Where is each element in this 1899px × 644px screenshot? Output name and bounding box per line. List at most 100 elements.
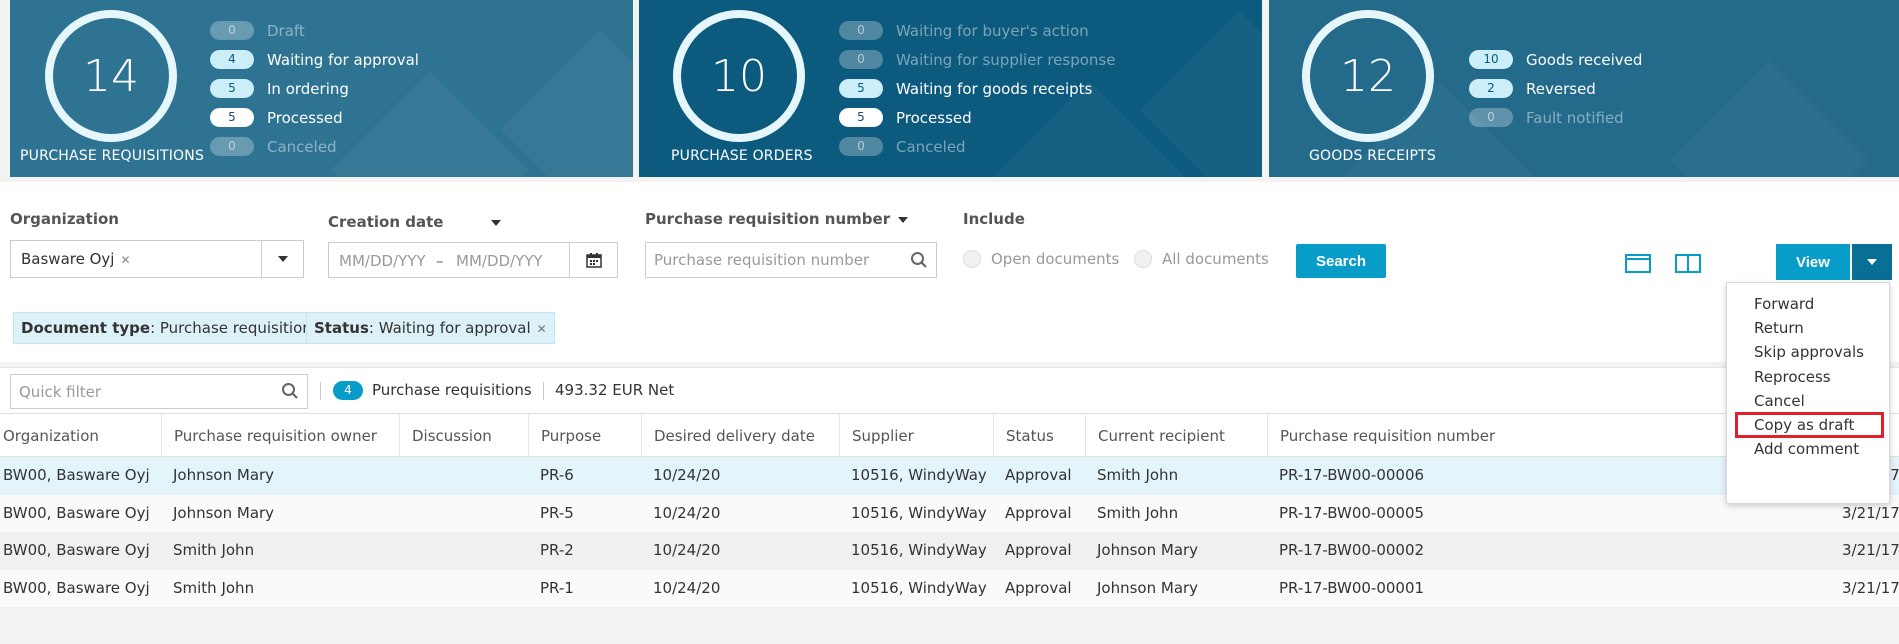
menu-item-forward[interactable]: Forward [1727,291,1889,317]
tile-purchase-requisitions[interactable]: 14 PURCHASE REQUISITIONS 0 Draft 4 Waiting … [10,0,633,177]
tag-value: Waiting for approval [378,319,531,337]
stat-count-badge: 0 [1469,108,1513,127]
cell-purchase-requisition-owner: Johnson Mary [173,466,275,484]
date-separator: – [436,252,444,270]
stat-canceled[interactable]: 0 Canceled [210,132,419,161]
tile-purchase-orders[interactable]: 10 PURCHASE ORDERS 0 Waiting for buyer's … [639,0,1262,177]
menu-item-add-comment[interactable]: Add comment [1727,436,1889,462]
radio-open-documents[interactable] [963,250,981,268]
column-header-discussion[interactable]: Discussion [399,414,528,458]
stat-in-ordering[interactable]: 5 In ordering [210,74,419,103]
date-to-input[interactable]: MM/DD/YYY [456,252,543,270]
cell-purchase-requisition-number: PR-17-BW00-00002 [1279,541,1425,559]
stat-count-badge: 0 [839,21,883,40]
stat-waiting-for-buyer-s-action[interactable]: 0 Waiting for buyer's action [839,16,1115,45]
cell-desired-delivery-date: 10/24/20 [653,541,721,559]
stat-count-badge: 0 [839,137,883,156]
stat-canceled[interactable]: 0 Canceled [839,132,1115,161]
tile-count: 12 [1340,50,1396,102]
calendar-button[interactable] [569,243,617,277]
stat-label: In ordering [267,79,349,98]
stat-count-badge: 0 [210,21,254,40]
all-documents-option[interactable]: All documents [1134,250,1269,268]
column-header-purchase-requisition-owner[interactable]: Purchase requisition owner [161,414,399,458]
open-documents-option[interactable]: Open documents [963,250,1119,268]
menu-item-copy-as-draft[interactable]: Copy as draft [1735,412,1884,438]
chevron-down-icon [491,219,502,226]
net-total: 493.32 EUR Net [555,381,675,399]
column-header-purpose[interactable]: Purpose [528,414,641,458]
count-ring: 10 [673,10,805,142]
menu-item-skip-approvals[interactable]: Skip approvals [1727,339,1889,365]
table-row[interactable]: BW00, Basware Oyj Smith John PR-1 10/24/20 1… [0,569,1899,607]
view-dropdown-toggle[interactable] [1852,244,1892,280]
creation-date-label[interactable]: Creation date [328,213,502,231]
filter-tag-status: Status: Waiting for approval ✕ [306,312,555,344]
stat-waiting-for-goods-receipts[interactable]: 5 Waiting for goods receipts [839,74,1115,103]
cell-desired-delivery-date: 10/24/20 [653,466,721,484]
organization-dropdown-button[interactable] [261,241,303,277]
pr-number-field[interactable] [645,242,937,278]
table-row[interactable]: BW00, Basware Oyj Johnson Mary PR-6 10/24/2… [0,457,1899,495]
column-header-status[interactable]: Status [993,414,1085,458]
table-row[interactable]: BW00, Basware Oyj Johnson Mary PR-5 10/24/2… [0,494,1899,532]
stat-list: 10 Goods received 2 Reversed 0 Fault notified [1469,45,1642,132]
view-button[interactable]: View [1776,244,1850,280]
stat-label: Waiting for approval [267,50,419,69]
remove-chip-icon[interactable]: ✕ [120,253,130,267]
stat-processed[interactable]: 5 Processed [839,103,1115,132]
stat-goods-received[interactable]: 10 Goods received [1469,45,1642,74]
menu-item-reprocess[interactable]: Reprocess [1727,364,1889,390]
table-row[interactable]: BW00, Basware Oyj Smith John PR-2 10/24/20 1… [0,532,1899,570]
organization-label: Organization [10,210,119,228]
stat-label: Reversed [1526,79,1596,98]
stat-waiting-for-approval[interactable]: 4 Waiting for approval [210,45,419,74]
stat-waiting-for-supplier-response[interactable]: 0 Waiting for supplier response [839,45,1115,74]
cell-purchase-requisition-owner: Smith John [173,541,255,559]
result-count-label: Purchase requisitions [372,381,532,399]
menu-item-return[interactable]: Return [1727,315,1889,341]
cell-discussion [399,457,528,495]
organization-chip[interactable]: Basware Oyj ✕ [21,250,131,268]
organization-select[interactable]: Basware Oyj ✕ [10,240,304,278]
column-header-supplier[interactable]: Supplier [839,414,993,458]
stat-reversed[interactable]: 2 Reversed [1469,74,1642,103]
column-header-organization[interactable]: Organization [0,414,161,458]
search-button[interactable]: Search [1296,244,1386,278]
split-pane-layout-icon[interactable] [1675,254,1701,273]
cell-purpose: PR-2 [540,541,574,559]
quick-filter-input[interactable] [11,375,261,408]
stat-label: Waiting for buyer's action [896,21,1089,40]
cell-purchase-requisition-owner: Johnson Mary [173,503,275,522]
menu-item-cancel[interactable]: Cancel [1727,388,1889,414]
tile-caption: GOODS RECEIPTS [1309,148,1437,164]
column-header-current-recipient[interactable]: Current recipient [1085,414,1267,458]
cell-organization: BW00, Basware Oyj [3,503,150,522]
stat-count-badge: 10 [1469,50,1513,69]
stat-fault-notified[interactable]: 0 Fault notified [1469,103,1642,132]
date-from-input[interactable]: MM/DD/YYY [339,252,426,270]
stat-count-badge: 4 [210,50,254,69]
search-icon[interactable] [281,382,299,400]
remove-tag-icon[interactable]: ✕ [537,322,547,336]
divider [320,382,321,400]
tag-key: Document type [21,319,151,337]
cell-organization: BW00, Basware Oyj [3,541,150,559]
cell-status: Approval [1005,466,1072,484]
quick-filter-field[interactable] [10,374,308,409]
radio-all-documents[interactable] [1134,250,1152,268]
tile-goods-receipts[interactable]: 12 GOODS RECEIPTS 10 Goods received 2 Rever… [1269,0,1899,177]
pr-number-label[interactable]: Purchase requisition number [645,210,909,228]
column-header-desired-delivery-date[interactable]: Desired delivery date [641,414,839,458]
single-pane-layout-icon[interactable] [1625,254,1651,273]
organization-chip-label: Basware Oyj [21,250,115,268]
stat-label: Goods received [1526,50,1643,69]
pr-number-input[interactable] [646,243,886,277]
cell-supplier: 10516, WindyWay [851,541,987,559]
cell-purpose: PR-6 [540,466,574,484]
chevron-down-icon [898,216,909,223]
stat-draft[interactable]: 0 Draft [210,16,419,45]
search-icon[interactable] [910,251,928,269]
creation-date-range[interactable]: MM/DD/YYY – MM/DD/YYY [328,242,618,278]
stat-processed[interactable]: 5 Processed [210,103,419,132]
